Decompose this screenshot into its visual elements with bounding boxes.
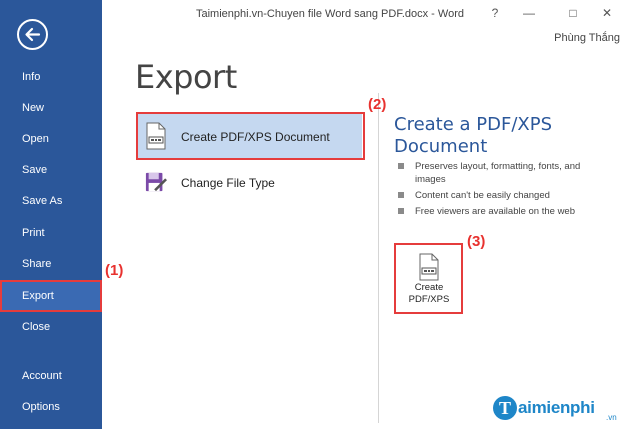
bullet-item: Preserves layout, formatting, fonts, and… [398,160,588,186]
watermark-suffix: .vn [606,413,617,422]
annotation-step-1: (1) [105,262,124,279]
bullet-item: Content can't be easily changed [398,189,588,202]
sidebar-item-new[interactable]: New [0,93,102,124]
sidebar-item-save[interactable]: Save [0,155,102,186]
sidebar-item-print[interactable]: Print [0,218,102,249]
close-button[interactable]: ✕ [600,6,614,20]
sidebar-item-save-as[interactable]: Save As [0,186,102,217]
annotation-box-create-button [394,243,463,314]
watermark-text: aimienphi [518,398,595,417]
bullet-icon [398,208,404,214]
help-button[interactable]: ? [488,6,502,20]
option-change-file-type[interactable]: Change File Type [138,160,362,206]
page-title: Export [135,58,237,96]
bullet-icon [398,192,404,198]
annotation-box-create-pdf [136,112,365,160]
sidebar-item-close[interactable]: Close [0,312,102,343]
sidebar-item-share[interactable]: Share [0,249,102,280]
title-bar: Taimienphi.vn-Chuyen file Word sang PDF.… [102,0,630,28]
sidebar-item-info[interactable]: Info [0,62,102,93]
restore-button[interactable]: □ [566,6,580,20]
back-arrow-icon [25,27,41,42]
sidebar-item-open[interactable]: Open [0,124,102,155]
annotation-step-2: (2) [368,96,387,113]
bullet-icon [398,163,404,169]
backstage-sidebar: Info New Open Save Save As Print Share E… [0,0,102,429]
minimize-button[interactable]: — [522,6,536,20]
annotation-step-3: (3) [467,233,486,250]
change-file-type-icon [145,172,167,192]
watermark-logo: T aimienphi .vn [493,396,628,426]
pane-divider [378,93,379,423]
sidebar-item-options[interactable]: Options [0,392,102,423]
sidebar-item-account[interactable]: Account [0,361,102,392]
word-backstage-window: Info New Open Save Save As Print Share E… [0,0,630,429]
annotation-box-export [0,280,102,312]
option-label: Change File Type [181,176,275,190]
detail-title: Create a PDF/XPS Document [394,114,553,157]
window-title: Taimienphi.vn-Chuyen file Word sang PDF.… [196,8,464,20]
watermark-initial: T [493,396,517,420]
bullet-item: Free viewers are available on the web [398,205,588,218]
detail-bullets: Preserves layout, formatting, fonts, and… [398,160,588,221]
user-account-name[interactable]: Phùng Thắng [554,32,620,44]
back-button[interactable] [17,19,48,50]
